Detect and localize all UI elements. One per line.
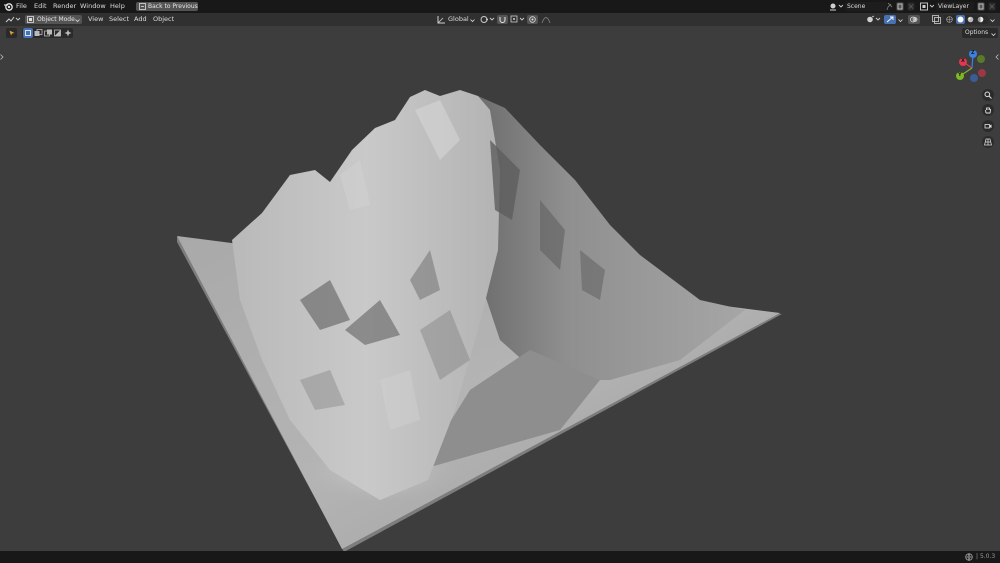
menu-help[interactable]: Help: [110, 0, 125, 13]
menu-object[interactable]: Object: [153, 13, 174, 26]
pin-icon[interactable]: [886, 2, 894, 13]
version-label: | 5.0.3: [976, 553, 996, 560]
pan-button[interactable]: [982, 104, 994, 116]
zoom-button[interactable]: [982, 89, 994, 101]
pivot-point-icon[interactable]: [480, 15, 496, 26]
menu-select[interactable]: Select: [109, 13, 129, 26]
status-bar: | 5.0.3: [0, 551, 1000, 563]
chevron-down-icon[interactable]: [898, 17, 903, 25]
back-to-previous-button[interactable]: Back to Previous: [136, 2, 198, 11]
editor-type-icon[interactable]: [5, 15, 21, 26]
gizmo-x-label: X: [961, 58, 965, 64]
mode-dropdown[interactable]: Object Mode: [25, 15, 82, 24]
chevron-down-icon: [470, 17, 475, 25]
chevron-down-icon: [75, 17, 80, 25]
blender-logo-icon[interactable]: [3, 2, 13, 13]
snap-toggle[interactable]: [497, 15, 508, 24]
options-dropdown[interactable]: Options: [962, 28, 998, 38]
gizmo-y-label: Y: [958, 72, 962, 78]
hand-icon: [984, 106, 992, 116]
projection-toggle-button[interactable]: [982, 136, 994, 148]
material-shading-icon[interactable]: [967, 16, 974, 25]
proportional-editing-toggle[interactable]: [527, 15, 538, 24]
new-view-layer-icon[interactable]: [977, 2, 985, 13]
terrain-mesh: [177, 90, 782, 551]
magnifier-icon: [984, 91, 992, 101]
chevron-down-icon[interactable]: [990, 17, 995, 25]
view-layer-icon[interactable]: [920, 2, 935, 13]
shading-modes: [944, 15, 988, 24]
back-icon: [139, 3, 146, 13]
gizmo-z-label: Z: [971, 50, 975, 56]
select-cursor-icon: [9, 30, 15, 38]
mode-label: Object Mode: [37, 16, 75, 23]
select-invert-icon[interactable]: [54, 29, 63, 39]
scene-name: Scene: [847, 3, 866, 10]
menu-view[interactable]: View: [88, 13, 103, 26]
grid-perspective-icon: [984, 138, 992, 148]
select-extend-icon[interactable]: [34, 29, 43, 39]
delete-scene-icon[interactable]: [907, 2, 915, 13]
menu-edit[interactable]: Edit: [34, 0, 47, 13]
menu-window[interactable]: Window: [80, 0, 106, 13]
camera-icon: [984, 122, 992, 132]
globe-icon: [965, 553, 973, 563]
object-mode-icon: [27, 16, 34, 25]
scene-name-field[interactable]: Scene: [845, 2, 887, 11]
3d-viewport[interactable]: X Y Z: [0, 40, 1000, 551]
select-new-icon[interactable]: [23, 28, 33, 38]
camera-view-button[interactable]: [982, 120, 994, 132]
transform-orientation-label[interactable]: Global: [448, 13, 469, 26]
magnet-icon: [499, 16, 506, 25]
view-layer-name: ViewLayer: [938, 3, 969, 10]
proportional-editing-icon: [529, 16, 536, 25]
wireframe-shading-icon[interactable]: [946, 16, 953, 25]
falloff-icon[interactable]: [541, 15, 551, 26]
view-layer-field[interactable]: ViewLayer: [936, 2, 974, 11]
overlays-icon: [910, 16, 918, 25]
new-scene-icon[interactable]: [896, 2, 904, 13]
menu-render[interactable]: Render: [53, 0, 76, 13]
menu-file[interactable]: File: [16, 0, 27, 13]
selection-mode-group: [22, 28, 73, 38]
select-subtract-icon[interactable]: [44, 29, 53, 39]
xray-icon[interactable]: [932, 15, 941, 26]
solid-shading-icon[interactable]: [956, 15, 965, 24]
options-label: Options: [965, 29, 989, 36]
top-bar: File Edit Render Window Help Back to Pre…: [0, 0, 1000, 13]
overlays-toggle[interactable]: [908, 15, 920, 24]
transform-orientation-icon[interactable]: [437, 15, 446, 26]
object-visibility-icon[interactable]: [866, 15, 882, 26]
menu-add[interactable]: Add: [134, 13, 147, 26]
gizmo-icon: [886, 16, 894, 25]
version-number: 5.0.3: [979, 553, 996, 560]
delete-view-layer-icon[interactable]: [988, 2, 996, 13]
snap-target-icon[interactable]: [510, 15, 526, 26]
active-tool-button[interactable]: [6, 28, 17, 38]
scene-icon[interactable]: [829, 2, 844, 13]
select-intersect-icon[interactable]: [64, 29, 72, 39]
back-to-previous-label: Back to Previous: [148, 3, 198, 10]
tool-header: Options: [0, 26, 1000, 40]
rendered-shading-icon[interactable]: [977, 16, 984, 25]
gizmo-toggle[interactable]: [884, 15, 896, 24]
viewport-header: Object Mode View Select Add Object Globa…: [0, 13, 1000, 26]
